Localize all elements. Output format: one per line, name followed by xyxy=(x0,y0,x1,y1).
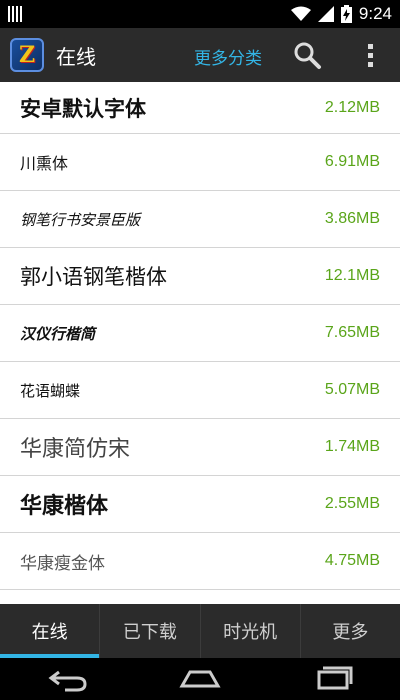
font-name: 郭小语钢笔楷体 xyxy=(20,265,167,289)
tab-more[interactable]: 更多 xyxy=(301,604,400,658)
home-icon[interactable] xyxy=(178,664,222,694)
signal-icon xyxy=(317,6,334,22)
font-name: 钢笔行书安景臣版 xyxy=(20,210,141,229)
list-item[interactable]: 川熏体 6.91MB xyxy=(0,134,400,191)
font-size: 2.12MB xyxy=(324,98,380,116)
list-item[interactable]: 郭小语钢笔楷体 12.1MB xyxy=(0,248,400,305)
font-size: 3.86MB xyxy=(324,210,380,227)
font-name: 川熏体 xyxy=(20,154,69,173)
font-name: 安卓默认字体 xyxy=(20,96,146,121)
font-size: 2.55MB xyxy=(324,495,380,512)
status-bar: 9:24 xyxy=(0,0,400,28)
search-icon[interactable] xyxy=(292,40,322,70)
font-size: 6.91MB xyxy=(324,153,380,170)
recent-apps-icon[interactable] xyxy=(311,664,355,694)
font-name: 汉仪行楷简 xyxy=(20,324,96,343)
system-nav-bar xyxy=(0,658,400,700)
tab-downloaded[interactable]: 已下载 xyxy=(100,604,201,658)
page-title: 在线 xyxy=(56,44,96,69)
app-logo[interactable]: Z xyxy=(10,38,44,72)
font-name: 华康简仿宋 xyxy=(20,437,131,462)
list-item[interactable]: 花语蝴蝶 5.07MB xyxy=(0,362,400,419)
font-size: 5.07MB xyxy=(324,381,380,398)
list-item[interactable]: 华康简仿宋 1.74MB xyxy=(0,419,400,476)
barcode-icon xyxy=(8,6,22,22)
tab-online[interactable]: 在线 xyxy=(0,604,101,658)
font-list[interactable]: 安卓默认字体 2.12MB 川熏体 6.91MB 钢笔行书安景臣版 3.86MB… xyxy=(0,82,400,604)
font-name: 华康楷体 xyxy=(20,494,109,519)
list-item[interactable]: 汉仪行楷简 7.65MB xyxy=(0,305,400,362)
tab-time-machine[interactable]: 时光机 xyxy=(201,604,301,658)
font-size: 7.65MB xyxy=(324,324,380,341)
font-name: 华康瘦金体 xyxy=(20,553,105,574)
app-logo-letter: Z xyxy=(18,42,36,68)
list-item[interactable]: 华康瘦金体 4.75MB xyxy=(0,533,400,590)
more-categories-button[interactable]: 更多分类 xyxy=(194,44,262,69)
bottom-tab-bar: 在线 已下载 时光机 更多 xyxy=(0,604,400,658)
back-icon[interactable] xyxy=(45,664,89,694)
list-item[interactable]: 钢笔行书安景臣版 3.86MB xyxy=(0,191,400,248)
font-size: 12.1MB xyxy=(324,267,380,284)
font-name: 花语蝴蝶 xyxy=(20,381,81,400)
font-size: 4.75MB xyxy=(324,552,380,569)
status-left xyxy=(8,6,22,22)
list-item[interactable]: 安卓默认字体 2.12MB xyxy=(0,82,400,134)
action-bar: Z 在线 更多分类 xyxy=(0,28,400,82)
list-item[interactable]: 华康楷体 2.55MB xyxy=(0,476,400,533)
font-size: 1.74MB xyxy=(324,438,380,455)
battery-charging-icon xyxy=(340,5,352,23)
overflow-menu-icon[interactable] xyxy=(358,40,382,70)
status-right: 9:24 xyxy=(290,4,392,24)
status-time: 9:24 xyxy=(358,4,392,23)
wifi-icon xyxy=(290,6,311,21)
